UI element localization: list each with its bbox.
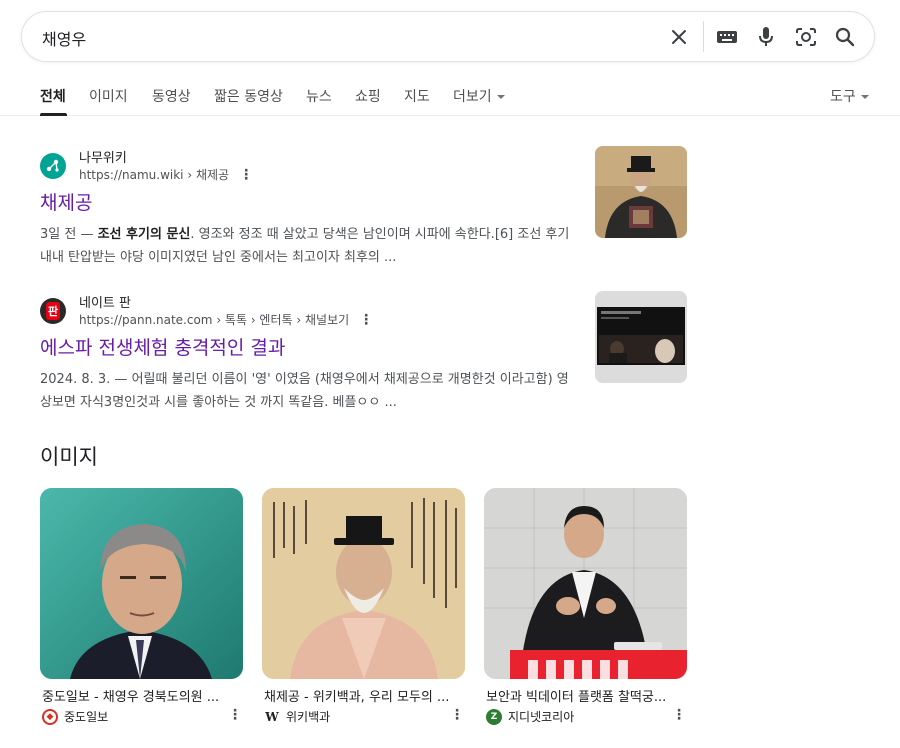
chevron-down-icon [496, 95, 505, 99]
snippet-date: 3일 전 — [40, 227, 98, 242]
image-caption-link[interactable]: 중도일보 - 채영우 경북도의원 ... [42, 686, 238, 705]
result-site-name: 나무위키 [79, 151, 127, 166]
lens-camera-icon[interactable] [794, 25, 818, 49]
search-divider [703, 21, 704, 52]
result-title-link[interactable]: 채제공 [40, 188, 92, 215]
snippet-date: 2024. 8. 3. — [40, 372, 132, 387]
result-snippet: 3일 전 — 조선 후기의 문신. 영조와 정조 때 살았고 당색은 남인이며 … [40, 223, 570, 269]
clear-icon[interactable] [667, 25, 691, 49]
result-url-text: https://pann.nate.com › 톡톡 › 엔터톡 › 채널보기 [79, 313, 350, 327]
image-source-name: 중도일보 [64, 710, 109, 724]
result-title-link[interactable]: 에스파 전생체험 충격적인 결과 [40, 333, 285, 360]
result-thumbnail[interactable] [595, 146, 687, 238]
snippet-highlight: 조선 후기의 문신 [97, 227, 191, 242]
result-url-text: https://namu.wiki › 채제공 [79, 168, 230, 182]
tab-images[interactable]: 이미지 [89, 86, 128, 106]
more-options-icon[interactable]: ⋮ [239, 167, 253, 183]
tab-videos[interactable]: 동영상 [152, 86, 191, 106]
image-caption-link[interactable]: 채제공 - 위키백과, 우리 모두의 ... [264, 686, 460, 705]
zdnet-logo-icon: Z [486, 708, 502, 725]
tab-news[interactable]: 뉴스 [306, 86, 332, 106]
namuwiki-favicon [40, 153, 66, 179]
tools-label: 도구 [830, 89, 856, 105]
result-url: https://pann.nate.com › 톡톡 › 엔터톡 › 채널보기 ⋮ [79, 311, 373, 328]
search-bar[interactable]: 채영우 [21, 11, 875, 62]
tab-shopping[interactable]: 쇼핑 [355, 86, 381, 106]
image-card: 보안과 빅데이터 플랫폼 찰떡궁... Z 지디넷코리아 ⋮ [484, 488, 687, 725]
search-icon[interactable] [833, 25, 857, 49]
chevron-down-icon [860, 95, 869, 99]
nate-pann-favicon: 판 [40, 298, 66, 324]
joongdo-logo-icon: ◆ [42, 708, 58, 725]
tab-maps[interactable]: 지도 [404, 86, 430, 106]
image-thumbnail[interactable] [484, 488, 687, 679]
search-result: 나무위키 https://namu.wiki › 채제공 ⋮ 채제공 3일 전 —… [40, 146, 690, 269]
keyboard-icon[interactable] [715, 25, 739, 49]
image-source: Z 지디넷코리아 [486, 708, 574, 725]
image-thumbnail[interactable] [40, 488, 243, 679]
image-source-name: 지디넷코리아 [508, 710, 575, 724]
result-url: https://namu.wiki › 채제공 ⋮ [79, 166, 253, 183]
result-thumbnail[interactable] [595, 291, 687, 383]
tools-button[interactable]: 도구 [830, 86, 869, 106]
more-options-icon[interactable]: ⋮ [228, 707, 242, 723]
image-source-name: 위키백과 [286, 710, 331, 724]
tab-more-label: 더보기 [453, 89, 492, 105]
result-site-name: 네이트 판 [79, 296, 131, 311]
images-section-heading: 이미지 [40, 445, 98, 469]
tab-short-videos[interactable]: 짧은 동영상 [214, 86, 283, 106]
search-result: 판 네이트 판 https://pann.nate.com › 톡톡 › 엔터톡… [40, 291, 690, 414]
image-source: W 위키백과 [264, 708, 330, 725]
microphone-icon[interactable] [754, 25, 778, 49]
more-options-icon[interactable]: ⋮ [450, 707, 464, 723]
more-options-icon[interactable]: ⋮ [359, 312, 373, 328]
image-thumbnail[interactable] [262, 488, 465, 679]
image-card: 채제공 - 위키백과, 우리 모두의 ... W 위키백과 ⋮ [262, 488, 465, 724]
tab-all[interactable]: 전체 [40, 86, 66, 106]
search-input[interactable]: 채영우 [42, 26, 86, 50]
image-source: ◆ 중도일보 [42, 708, 108, 725]
search-tabs: 전체 이미지 동영상 짧은 동영상 뉴스 쇼핑 지도 더보기 도구 [0, 70, 900, 116]
wikipedia-logo-icon: W [265, 709, 279, 724]
image-card: 중도일보 - 채영우 경북도의원 ... ◆ 중도일보 ⋮ [40, 488, 243, 725]
result-snippet: 2024. 8. 3. — 어릴때 불리던 이름이 '영' 이였음 (채영우에서… [40, 368, 570, 414]
more-options-icon[interactable]: ⋮ [672, 707, 686, 723]
image-caption-link[interactable]: 보안과 빅데이터 플랫폼 찰떡궁... [486, 686, 682, 705]
active-tab-indicator [40, 113, 67, 116]
pann-logo-mark: 판 [45, 302, 61, 320]
tab-more[interactable]: 더보기 [453, 86, 505, 106]
